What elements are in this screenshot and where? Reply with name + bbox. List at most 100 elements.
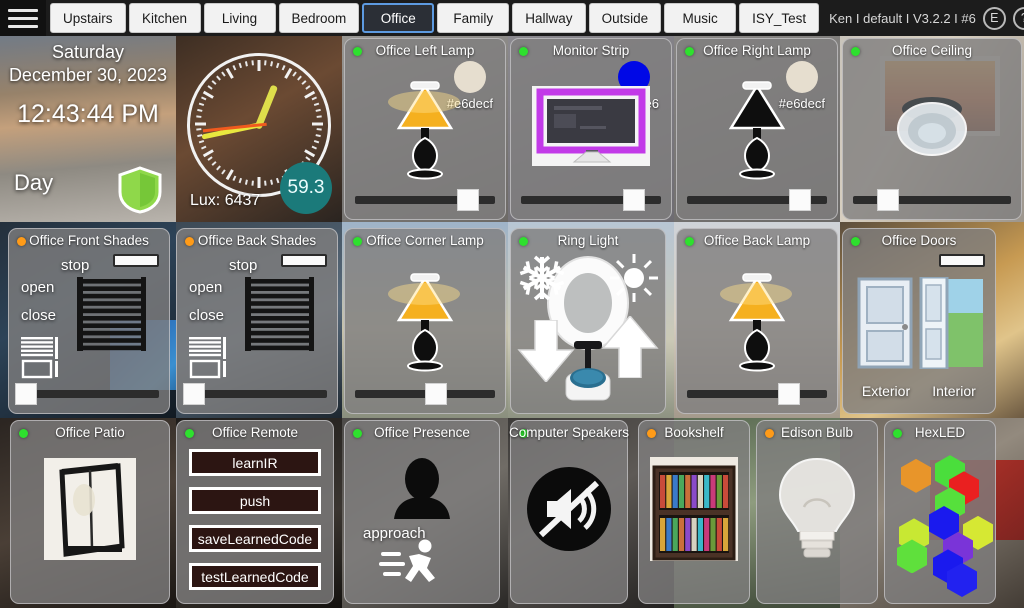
remote-button-learnir[interactable]: learnIR <box>189 449 321 476</box>
sun-icon[interactable] <box>609 253 659 303</box>
card-bookshelf[interactable]: Bookshelf <box>638 420 750 604</box>
slider-track[interactable] <box>187 390 327 398</box>
remote-button-push[interactable]: push <box>189 487 321 514</box>
blinds-graphic <box>75 277 151 356</box>
card-office-corner-lamp[interactable]: Office Corner Lamp <box>344 228 506 414</box>
card-edison-bulb[interactable]: Edison Bulb <box>756 420 878 604</box>
slider-knob[interactable] <box>789 189 812 211</box>
card-office-front-shades[interactable]: Office Front Shades stop open close <box>8 228 170 414</box>
brightness-slider[interactable] <box>355 383 495 405</box>
blinds-preset-button[interactable] <box>189 337 229 384</box>
brightness-slider[interactable] <box>687 383 827 405</box>
brightness-slider[interactable] <box>355 189 495 211</box>
card-icon-area <box>757 445 877 573</box>
exterior-door-button[interactable] <box>857 277 917 374</box>
brightness-slider[interactable] <box>853 189 1011 211</box>
tab-music[interactable]: Music <box>664 3 737 33</box>
help-button[interactable]: ? <box>1012 6 1024 30</box>
card-ring-light[interactable]: Ring Light <box>510 228 666 414</box>
open-button[interactable]: open <box>21 279 54 296</box>
card-hexled[interactable]: HexLED <box>884 420 996 604</box>
clock-tick <box>313 140 320 144</box>
brightness-slider[interactable] <box>15 383 159 405</box>
card-office-doors[interactable]: Office Doors Exterior Interior <box>842 228 996 414</box>
slider-track[interactable] <box>687 390 827 398</box>
card-computer-speakers[interactable]: Computer Speakers <box>509 420 629 604</box>
status-indicator-orange <box>17 237 26 246</box>
slider-knob[interactable] <box>457 189 480 211</box>
tab-living[interactable]: Living <box>203 3 276 33</box>
tab-isy-test[interactable]: ISY_Test <box>739 3 820 33</box>
tab-hallway[interactable]: Hallway <box>512 3 586 33</box>
slider-knob[interactable] <box>425 383 448 405</box>
status-indicator-green <box>185 429 194 438</box>
power-toggle-button[interactable] <box>564 366 612 407</box>
tab-outside[interactable]: Outside <box>588 3 662 33</box>
stop-button[interactable]: stop <box>229 257 257 274</box>
close-button[interactable]: close <box>189 307 224 324</box>
clock-tick <box>270 179 274 186</box>
clock-tick <box>244 61 248 67</box>
blinds-control-icon[interactable] <box>21 337 61 379</box>
warm-temp-button[interactable] <box>609 253 659 308</box>
clock-tick <box>292 71 297 78</box>
card-office-ceiling[interactable]: Office Ceiling <box>842 38 1022 220</box>
tab-bedroom[interactable]: Bedroom <box>278 3 360 33</box>
power-button-icon[interactable] <box>564 366 612 402</box>
interior-door-button[interactable] <box>919 275 985 374</box>
brightness-slider[interactable] <box>521 189 661 211</box>
card-office-back-lamp[interactable]: Office Back Lamp <box>676 228 838 414</box>
shade-toggle[interactable] <box>281 254 327 267</box>
door-open-icon[interactable] <box>919 275 985 371</box>
slider-track[interactable] <box>19 390 159 398</box>
close-button[interactable]: close <box>21 307 56 324</box>
open-button[interactable]: open <box>189 279 222 296</box>
card-icon-area <box>345 253 505 383</box>
slider-knob[interactable] <box>778 383 801 405</box>
slider-knob[interactable] <box>876 189 899 211</box>
running-person-icon <box>379 539 435 582</box>
clock-tick <box>257 60 261 72</box>
card-office-patio[interactable]: Office Patio <box>10 420 170 604</box>
blinds-preset-button[interactable] <box>21 337 61 384</box>
stop-button[interactable]: stop <box>61 257 89 274</box>
status-indicator-green <box>685 237 694 246</box>
date-label: December 30, 2023 <box>8 65 168 85</box>
clock-tick <box>196 115 202 119</box>
table-lamp-on-icon <box>388 81 460 180</box>
status-indicator-green <box>893 429 902 438</box>
card-office-right-lamp[interactable]: Office Right Lamp #e6decf <box>676 38 838 220</box>
temperature-badge: 59.3 <box>280 162 332 214</box>
slider-knob[interactable] <box>623 189 646 211</box>
brightness-slider[interactable] <box>183 383 327 405</box>
hamburger-icon[interactable] <box>0 0 46 36</box>
brightness-slider[interactable] <box>687 189 827 211</box>
clock-tick <box>305 85 311 91</box>
remote-button-testlearnedcode[interactable]: testLearnedCode <box>189 563 321 590</box>
shade-toggle[interactable] <box>113 254 159 267</box>
card-office-left-lamp[interactable]: Office Left Lamp #e6decf <box>344 38 506 220</box>
door-closed-icon[interactable] <box>857 277 917 369</box>
card-monitor-strip[interactable]: Monitor Strip#0008e6 <box>510 38 672 220</box>
blinds-control-icon[interactable] <box>189 337 229 379</box>
tab-office[interactable]: Office <box>362 3 435 33</box>
remote-button-savelearnedcode[interactable]: saveLearnedCode <box>189 525 321 552</box>
card-office-presence[interactable]: Office Presence approach <box>344 420 500 604</box>
card-office-back-shades[interactable]: Office Back Shades stop open close <box>176 228 338 414</box>
clock-tick <box>207 156 213 162</box>
tab-kitchen[interactable]: Kitchen <box>128 3 201 33</box>
edit-mode-button[interactable]: E <box>982 6 1006 30</box>
time-label: 12:43:44 PM <box>17 100 159 128</box>
speaker-muted-icon <box>527 467 611 551</box>
tab-family[interactable]: Family <box>437 3 510 33</box>
cool-temp-button[interactable] <box>519 255 565 306</box>
snowflake-icon[interactable] <box>519 255 565 301</box>
slider-knob[interactable] <box>15 383 37 405</box>
card-office-remote[interactable]: Office Remote learnIR push saveLearnedCode t… <box>176 420 334 604</box>
slider-knob[interactable] <box>183 383 205 405</box>
card-title: Office Doors <box>881 233 957 248</box>
patio-lantern-icon <box>44 458 136 560</box>
doors-toggle[interactable] <box>939 254 985 267</box>
connection-status-text: Ken I default I V3.2.2 I #6 <box>829 10 976 26</box>
tab-upstairs[interactable]: Upstairs <box>50 3 126 33</box>
